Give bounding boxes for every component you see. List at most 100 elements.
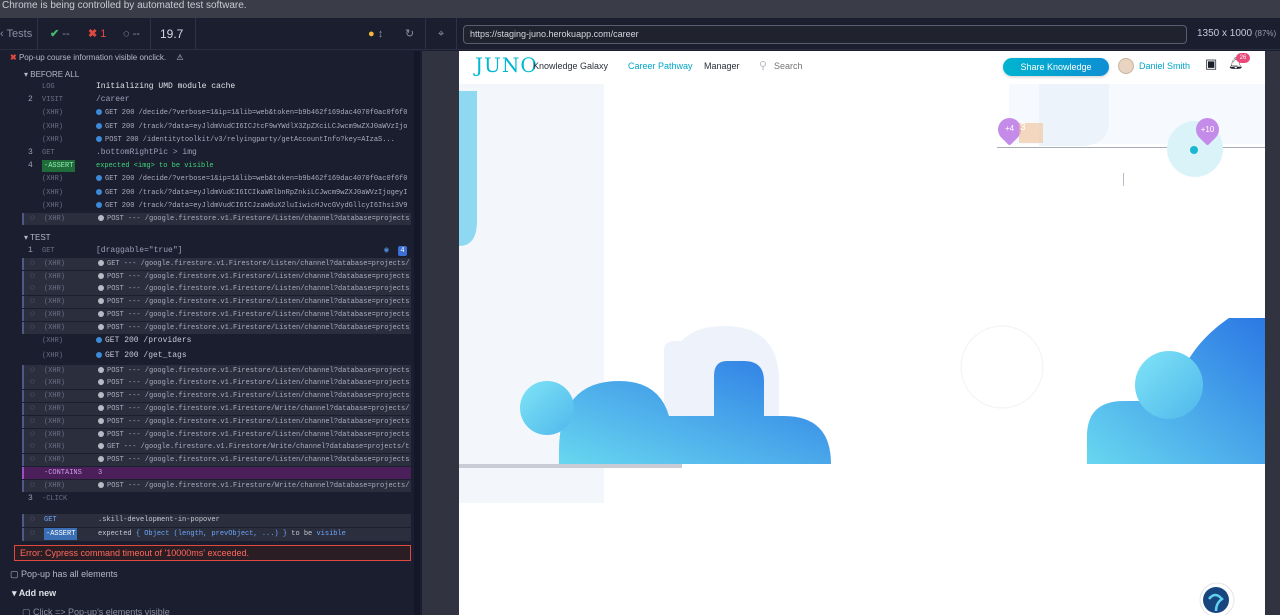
command-name: -CLICK: [42, 494, 68, 503]
command-message: POST --- /google.firestore.v1.Firestore/…: [107, 430, 410, 439]
scrollbar[interactable]: [414, 51, 420, 615]
pending-assert-row[interactable]: ◌ -ASSERT expected { Object (length, pre…: [22, 528, 411, 541]
tests-back[interactable]: ‹ Tests: [0, 18, 32, 50]
command-name: -CONTAINS: [44, 469, 82, 477]
command-message: POST --- /google.firestore.v1.Firestore/…: [107, 323, 410, 332]
command-row[interactable]: ◌ (XHR) GET --- /google.firestore.v1.Fires…: [22, 257, 411, 270]
command-row[interactable]: ◌ (XHR) POST --- /google.firestore.v1.Fire…: [22, 296, 411, 309]
command-number: 2: [28, 95, 33, 105]
badge-left[interactable]: +4: [998, 124, 1021, 133]
duration: 19.7: [160, 27, 184, 41]
spinner-icon: ◌: [30, 429, 35, 439]
error-message[interactable]: Error: Cypress command timeout of '10000…: [14, 545, 411, 561]
suite-title[interactable]: ✖ Pop-up course information visible oncl…: [10, 53, 184, 62]
command-row[interactable]: ◌ (XHR) POST --- /google.firestore.v1.Fire…: [22, 270, 411, 283]
command-name: (XHR): [42, 135, 64, 144]
command-row[interactable]: ◌ (XHR) GET --- /google.firestore.v1.Fires…: [22, 441, 411, 454]
command-name: (XHR): [44, 481, 66, 490]
command-name: (XHR): [44, 417, 66, 426]
command-message: expected <img> to be visible: [96, 162, 214, 171]
command-row[interactable]: 1 GET [draggable="true"] ◉ 4: [22, 245, 411, 257]
command-message: POST 200 /identitytoolkit/v3/relyingpart…: [105, 135, 395, 144]
crosshair-icon: ⌖: [438, 28, 445, 40]
command-row[interactable]: ◌ (XHR) POST --- /google.firestore.v1.Fire…: [22, 309, 411, 321]
command-message: GET 200 /track/?data=eyJldmVudCI6ICIkaWR…: [105, 188, 408, 197]
pending-test-item[interactable]: ▢ Click => Pop-up's elements visible: [22, 607, 170, 615]
command-row[interactable]: ◌ (XHR) POST --- /google.firestore.v1.Fire…: [22, 364, 411, 377]
command-row[interactable]: (XHR) GET 200 /track/?data=eyJldmVudCI6IC…: [22, 200, 411, 212]
add-new-suite[interactable]: ▾ Add new: [12, 588, 56, 599]
command-message: .bottomRightPic > img: [96, 148, 197, 157]
url-bar[interactable]: https://staging-juno.herokuapp.com/caree…: [463, 25, 1187, 44]
spinner-icon: ◌: [30, 284, 35, 294]
command-row[interactable]: (XHR) GET 200 /get_tags: [22, 350, 411, 362]
status-dot-icon: [98, 298, 104, 305]
command-name: (XHR): [42, 201, 64, 210]
command-message: GET 200 /get_tags: [105, 350, 187, 360]
status-dot-icon: [98, 417, 104, 424]
spinner-icon: ◌: [30, 391, 35, 401]
circle-right: [1135, 351, 1203, 419]
command-row[interactable]: ◌ (XHR) POST --- /google.firestore.v1.Fire…: [22, 479, 411, 492]
command-row[interactable]: ◌ (XHR) POST --- /google.firestore.v1.Fire…: [22, 377, 411, 390]
command-row[interactable]: ◌ (XHR) POST --- /google.firestore.v1.Fire…: [22, 428, 411, 441]
command-row[interactable]: ◌ (XHR) POST --- /google.firestore.v1.Fire…: [22, 454, 411, 467]
command-log: ✖ Pop-up course information visible oncl…: [0, 51, 420, 615]
selector-playground-button[interactable]: ⌖: [438, 18, 444, 50]
command-row[interactable]: ◌ (XHR) POST --- /google.firestore.v1.Fire…: [22, 321, 411, 334]
before-all-header[interactable]: ▾ BEFORE ALL: [24, 70, 79, 79]
status-dot-icon: [98, 430, 104, 437]
command-message: POST --- /google.firestore.v1.Firestore/…: [107, 272, 410, 281]
command-message: POST --- /google.firestore.v1.Firestore/…: [107, 379, 410, 388]
command-name: (XHR): [42, 336, 64, 345]
command-name: (XHR): [44, 430, 66, 439]
command-number: 3: [28, 148, 33, 157]
path-line: [997, 147, 1265, 148]
warning-icon: ⚠: [176, 53, 184, 62]
auto-scroll-indicator[interactable]: ● ↕: [368, 18, 383, 50]
viewport-size: 1350 x 1000 (87%): [1197, 28, 1277, 39]
command-row[interactable]: 3 -CLICK: [22, 493, 411, 505]
spinner-icon: ◌: [30, 442, 35, 452]
command-number: 3: [28, 493, 33, 503]
command-row[interactable]: ◌ (XHR) POST --- /google.firestore.v1.Fire…: [22, 415, 411, 428]
command-row[interactable]: -CONTAINS 3: [22, 467, 411, 479]
command-row[interactable]: ◌ (XHR) POST --- /google.firestore.v1.Fire…: [22, 213, 411, 225]
command-row[interactable]: (XHR) GET 200 /track/?data=eyJldmVudCI6IC…: [22, 187, 411, 199]
command-row[interactable]: ◌ (XHR) POST --- /google.firestore.v1.Fire…: [22, 390, 411, 403]
command-row[interactable]: (XHR) POST 200 /identitytoolkit/v3/relyin…: [22, 134, 411, 146]
command-message: GET 200 /decide/?verbose=1&ip=1&lib=web&…: [105, 109, 408, 118]
command-message: POST --- /google.firestore.v1.Firestore/…: [107, 285, 410, 294]
next-test-item[interactable]: ▢ Pop-up has all elements: [10, 569, 118, 580]
automation-banner: Chrome is being controlled by automated …: [0, 0, 1280, 18]
command-name: (XHR): [44, 443, 66, 452]
command-name: GET: [42, 149, 55, 157]
command-name: (XHR): [44, 311, 66, 319]
command-row[interactable]: LOG Initializing UMD module cache: [22, 81, 411, 93]
command-row[interactable]: ◌ (XHR) POST --- /google.firestore.v1.Fire…: [22, 283, 411, 296]
command-row[interactable]: 4 -ASSERT expected <img> to be visible: [22, 160, 411, 173]
command-row[interactable]: (XHR) GET 200 /decide/?verbose=1&ip=1&lib…: [22, 107, 411, 119]
status-dot-icon: [98, 259, 104, 266]
spinner-icon: ◌: [30, 455, 35, 465]
command-name: (XHR): [42, 188, 64, 197]
command-row[interactable]: (XHR) GET 200 /track/?data=eyJldmVudCI6IC…: [22, 121, 411, 133]
badge-right[interactable]: +10: [1196, 125, 1219, 134]
x-icon: ✖: [88, 28, 98, 40]
command-row[interactable]: ◌ (XHR) POST --- /google.firestore.v1.Fire…: [22, 403, 411, 415]
command-row[interactable]: 2 VISIT/career: [22, 94, 411, 106]
command-message: POST --- /google.firestore.v1.Firestore/…: [107, 481, 410, 490]
status-dot-icon: [96, 109, 102, 116]
pending-get-row[interactable]: ◌ GET .skill-development-in-popover: [22, 514, 411, 527]
element-count-badge: 4: [398, 246, 407, 256]
test-header[interactable]: ▾ TEST: [24, 233, 51, 242]
command-message: [draggable="true"]: [96, 246, 183, 255]
status-dot-icon: [96, 175, 102, 182]
restart-button[interactable]: ↻: [405, 18, 414, 50]
command-row[interactable]: (XHR) GET 200 /decide/?verbose=1&ip=1&lib…: [22, 173, 411, 185]
command-row[interactable]: 3 GET .bottomRightPic > img: [22, 147, 411, 159]
spinner-icon: ◌: [30, 322, 35, 332]
status-dot-icon: [96, 188, 102, 195]
command-number: 1: [28, 246, 33, 255]
command-row[interactable]: (XHR) GET 200 /providers: [22, 335, 411, 347]
